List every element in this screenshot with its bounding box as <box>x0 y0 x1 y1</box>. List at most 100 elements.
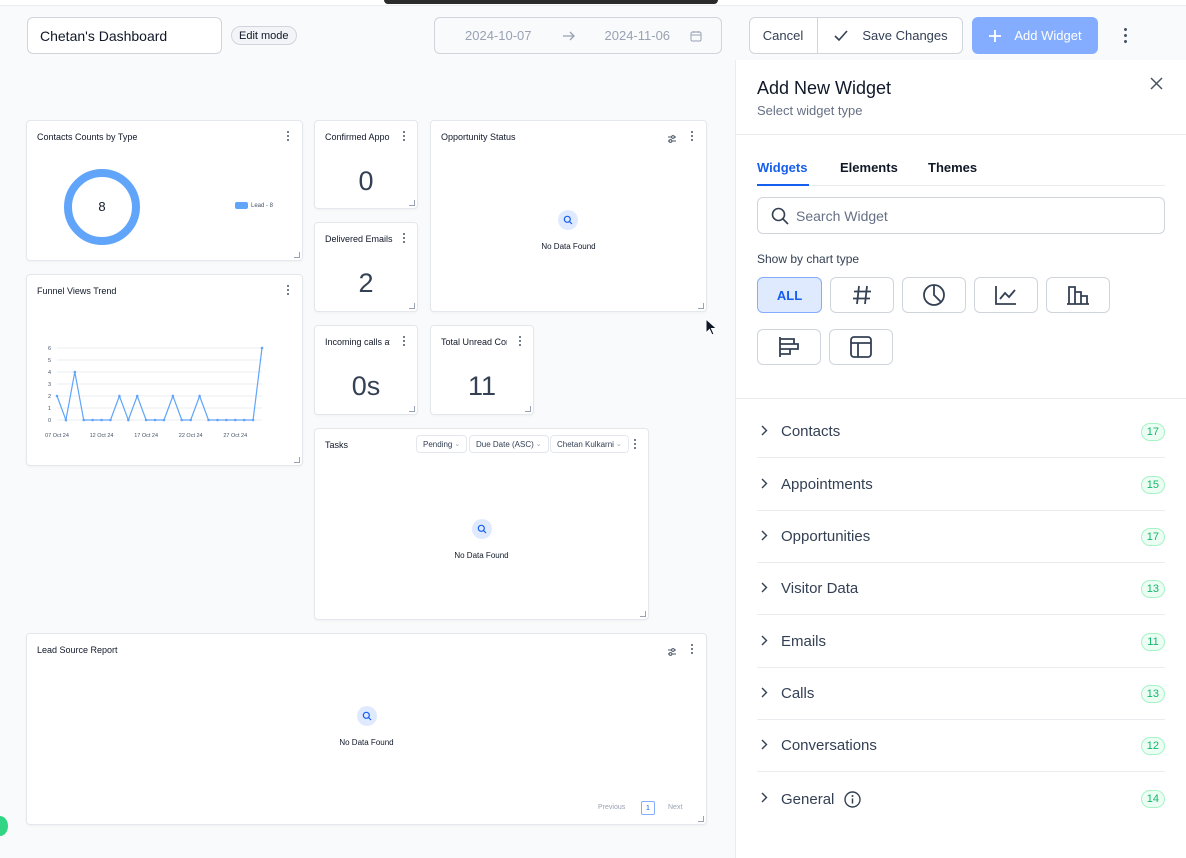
x-tick-label: 17 Oct 24 <box>134 433 158 439</box>
category-conversations[interactable]: Conversations 12 <box>757 720 1165 772</box>
resize-handle[interactable] <box>409 303 415 309</box>
check-icon <box>834 29 848 42</box>
table-icon <box>850 336 872 358</box>
widget-menu-icon[interactable] <box>284 130 292 142</box>
data-point <box>180 418 184 422</box>
close-icon[interactable] <box>1150 77 1163 95</box>
pagination-previous[interactable]: Previous <box>598 804 625 811</box>
tasks-sort-filter[interactable]: Due Date (ASC) ⌄ <box>469 435 549 453</box>
category-label: Calls <box>781 685 815 702</box>
data-point <box>100 418 103 422</box>
resize-handle[interactable] <box>409 200 415 206</box>
widget-menu-icon[interactable] <box>400 335 408 347</box>
status-dot[interactable] <box>0 816 8 836</box>
category-contacts[interactable]: Contacts 17 <box>757 406 1165 458</box>
search-widget-input[interactable]: Search Widget <box>757 197 1165 234</box>
tab-elements[interactable]: Elements <box>840 160 898 175</box>
chart-type-bar[interactable] <box>1046 277 1110 313</box>
filter-settings-icon[interactable] <box>667 644 677 662</box>
chart-type-label: Show by chart type <box>757 252 860 266</box>
tab-themes[interactable]: Themes <box>928 160 977 175</box>
save-changes-button[interactable]: Save Changes <box>819 17 963 54</box>
search-icon <box>558 210 578 230</box>
pagination-page[interactable]: 1 <box>641 801 655 815</box>
resize-handle[interactable] <box>294 252 300 258</box>
widget-confirmed-appointments[interactable]: Confirmed Appointments 0 <box>314 120 418 209</box>
widget-lead-source-report[interactable]: Lead Source Report No Data Found Previou… <box>26 633 707 825</box>
data-point <box>109 418 112 422</box>
widget-title: Incoming calls avg <box>325 337 390 347</box>
resize-handle[interactable] <box>698 816 704 822</box>
data-point <box>251 418 255 422</box>
dashboard-name-input[interactable]: Chetan's Dashboard <box>27 17 222 54</box>
search-icon <box>357 706 377 726</box>
widget-menu-icon[interactable] <box>400 232 408 244</box>
chevron-down-icon: ⌄ <box>535 441 542 448</box>
data-point <box>135 394 139 398</box>
widget-tasks[interactable]: Tasks No Data Found <box>314 428 649 620</box>
data-point <box>189 418 192 422</box>
line-chart-icon <box>995 286 1016 305</box>
category-visitor-data[interactable]: Visitor Data 13 <box>757 563 1165 615</box>
chart-type-line[interactable] <box>974 277 1038 313</box>
widget-contacts-by-type[interactable]: Contacts Counts by Type 8 Lead - 8 <box>26 120 303 261</box>
donut-center-value: 8 <box>98 199 106 214</box>
donut-legend: Lead - 8 <box>235 202 273 209</box>
date-range-picker[interactable]: 2024-10-07 2024-11-06 <box>434 17 722 54</box>
data-point <box>127 418 130 422</box>
search-icon <box>472 519 492 539</box>
widget-funnel-views-trend[interactable]: Funnel Views Trend 0 1 2 3 4 5 6 07 Oct 24 12 Oc… <box>26 274 303 466</box>
more-options-icon[interactable] <box>1122 28 1128 43</box>
active-tab-indicator <box>757 184 809 186</box>
pagination-next[interactable]: Next <box>668 804 682 811</box>
search-placeholder: Search Widget <box>796 207 888 224</box>
x-tick-label: 22 Oct 24 <box>179 433 203 439</box>
tab-widgets[interactable]: Widgets <box>757 160 807 175</box>
widget-incoming-calls[interactable]: Incoming calls avg 0s <box>314 325 418 415</box>
category-count-badge: 14 <box>1140 790 1165 808</box>
widget-menu-icon[interactable] <box>688 130 696 142</box>
chart-type-all[interactable]: ALL <box>757 277 822 313</box>
widget-menu-icon[interactable] <box>516 335 524 347</box>
widget-menu-icon[interactable] <box>400 130 408 142</box>
category-emails[interactable]: Emails 11 <box>757 616 1165 668</box>
category-calls[interactable]: Calls 13 <box>757 668 1165 720</box>
plus-icon <box>988 29 1002 43</box>
category-appointments[interactable]: Appointments 15 <box>757 459 1165 511</box>
widget-total-unread[interactable]: Total Unread Conversations 11 <box>430 325 534 415</box>
cancel-label: Cancel <box>762 28 804 43</box>
widget-title: Confirmed Appointments <box>325 132 390 142</box>
add-widget-button[interactable]: Add Widget <box>972 17 1098 54</box>
data-point <box>144 418 148 422</box>
widget-title: Contacts Counts by Type <box>37 132 138 142</box>
widget-menu-icon[interactable] <box>631 438 639 450</box>
y-tick-label: 2 <box>48 394 51 400</box>
y-tick-label: 6 <box>48 346 51 352</box>
chart-type-number[interactable] <box>830 277 894 313</box>
category-opportunities[interactable]: Opportunities 17 <box>757 511 1165 563</box>
resize-handle[interactable] <box>294 457 300 463</box>
chart-type-table[interactable] <box>829 329 893 365</box>
widget-opportunity-status[interactable]: Opportunity Status No Data Found <box>430 120 707 312</box>
cancel-button[interactable]: Cancel <box>749 17 818 54</box>
resize-handle[interactable] <box>525 406 531 412</box>
tasks-user-filter[interactable]: Chetan Kulkarni ⌄ <box>550 435 629 453</box>
widget-value: 0 <box>358 166 374 196</box>
widget-menu-icon[interactable] <box>688 643 696 655</box>
chart-type-pie[interactable] <box>902 277 966 313</box>
save-changes-label: Save Changes <box>862 28 948 43</box>
chart-type-horizontal-bar[interactable] <box>757 329 821 365</box>
info-icon[interactable] <box>844 790 1140 808</box>
widget-delivered-emails[interactable]: Delivered Emails 2 <box>314 222 418 312</box>
no-data-text: No Data Found <box>541 242 596 251</box>
chevron-down-icon: ⌄ <box>615 441 622 448</box>
resize-handle[interactable] <box>698 303 704 309</box>
widget-value: 2 <box>358 268 374 298</box>
chevron-right-icon <box>761 580 771 598</box>
resize-handle[interactable] <box>640 611 646 617</box>
filter-settings-icon[interactable] <box>667 131 677 149</box>
resize-handle[interactable] <box>409 406 415 412</box>
category-general[interactable]: General 14 <box>757 773 1165 825</box>
category-label: Emails <box>781 633 827 650</box>
tasks-status-filter[interactable]: Pending ⌄ <box>416 435 468 453</box>
